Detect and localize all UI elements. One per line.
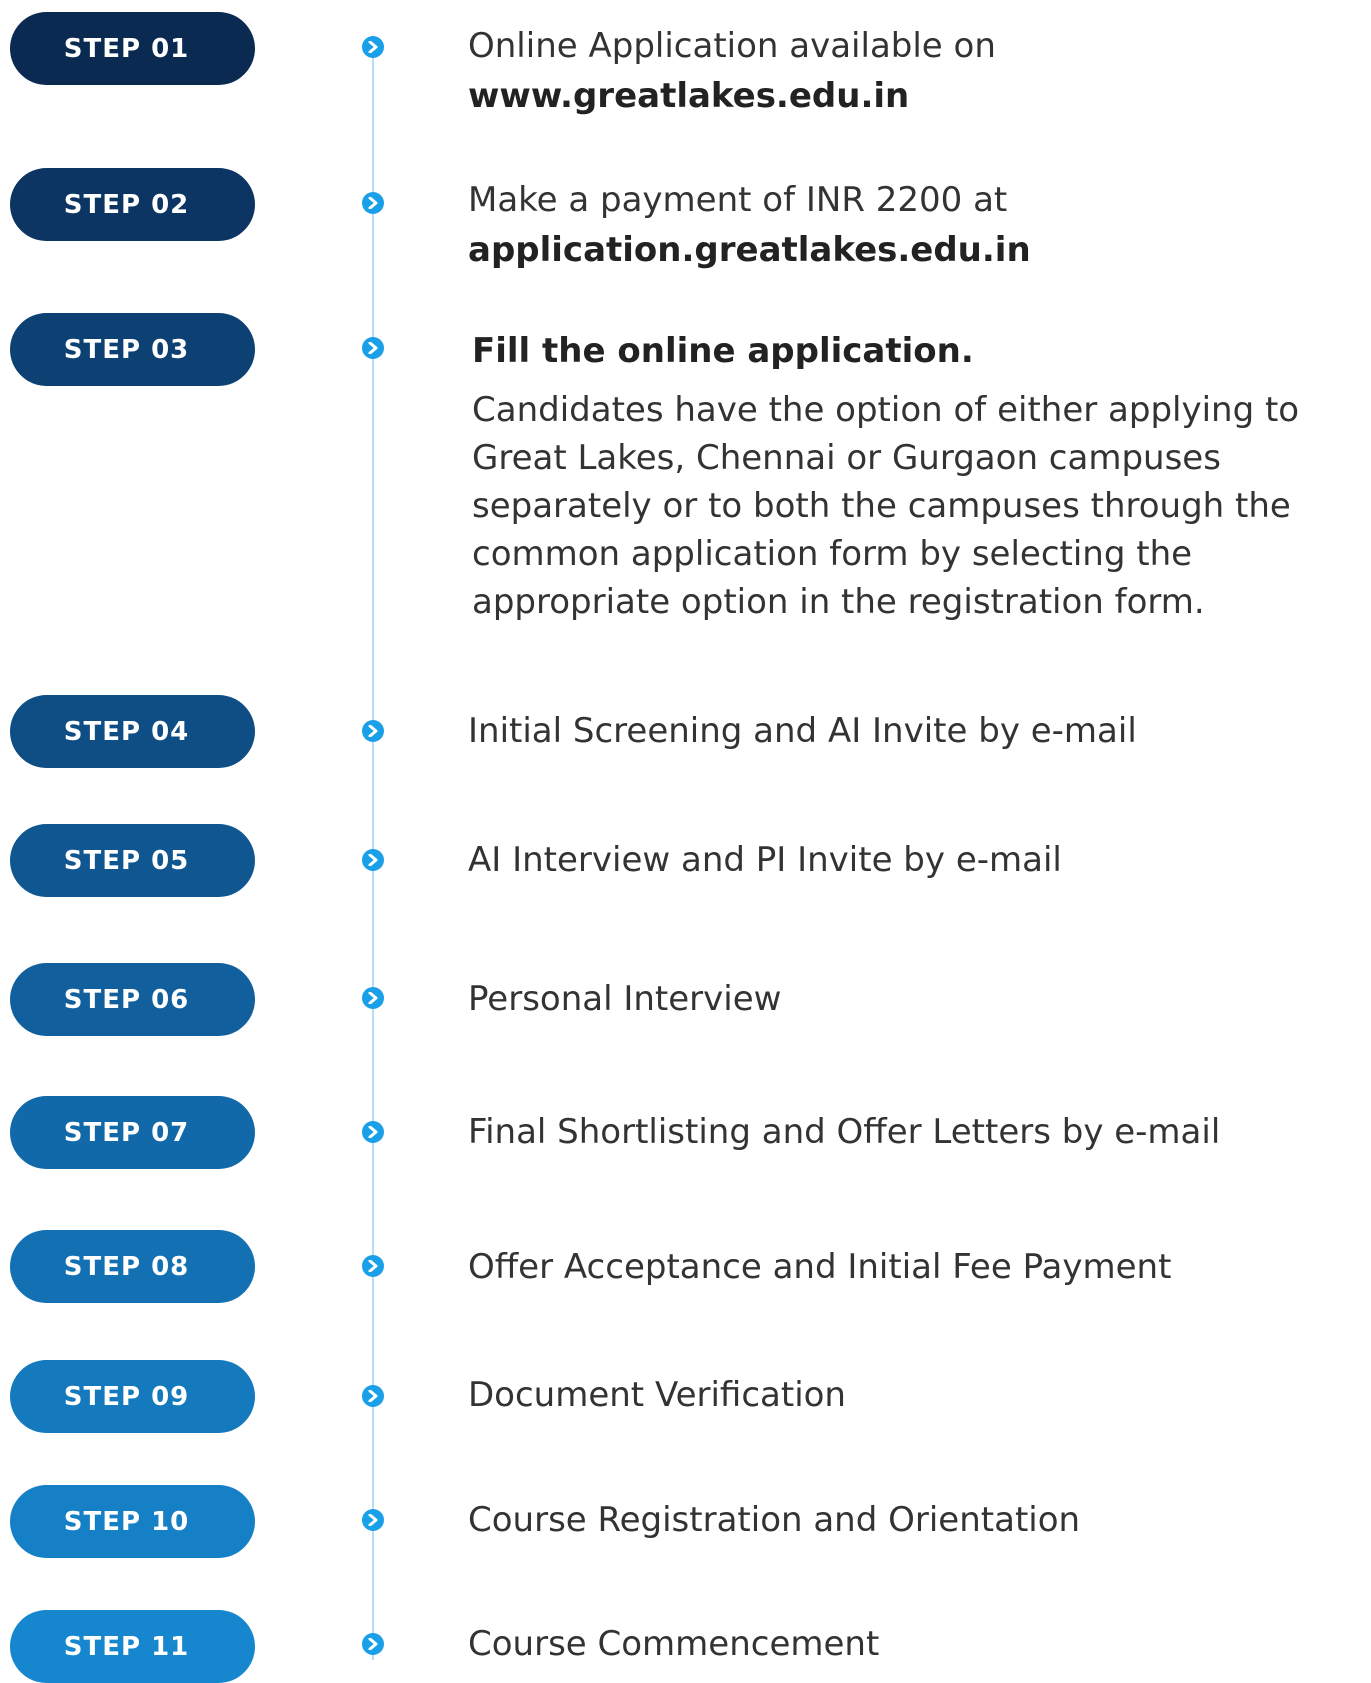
step-06-text: Personal Interview: [468, 979, 782, 1019]
step-05-chevron-icon: [362, 849, 384, 871]
step-08-pill: STEP 08: [10, 1230, 255, 1303]
step-10-label: STEP 10: [63, 1506, 190, 1537]
step-05-text: AI Interview and PI Invite by e-mail: [468, 840, 1062, 880]
step-09-text: Document Verification: [468, 1375, 846, 1415]
step-10-pill: STEP 10: [10, 1485, 255, 1558]
step-11-text: Course Commencement: [468, 1624, 880, 1664]
step-07-chevron-icon: [362, 1121, 384, 1143]
step-11-pill: STEP 11: [10, 1610, 255, 1683]
step-09-chevron-icon: [362, 1385, 384, 1407]
step-04-chevron-icon: [362, 720, 384, 742]
step-09-pill: STEP 09: [10, 1360, 255, 1433]
step-04-pill: STEP 04: [10, 695, 255, 768]
step-10-chevron-icon: [362, 1509, 384, 1531]
step-07-pill: STEP 07: [10, 1096, 255, 1169]
step-07-text: Final Shortlisting and Offer Letters by …: [468, 1112, 1221, 1152]
step-09-label: STEP 09: [63, 1381, 190, 1412]
step-02-description: Make a payment of INR 2200 at: [468, 180, 1008, 220]
step-06-pill: STEP 06: [10, 963, 255, 1036]
step-11-chevron-icon: [362, 1633, 384, 1655]
step-10-text: Course Registration and Orientation: [468, 1500, 1081, 1540]
step-01-description: Online Application available on: [468, 26, 996, 66]
step-02-link[interactable]: application.greatlakes.edu.in: [468, 225, 1031, 275]
step-07-label: STEP 07: [63, 1117, 190, 1148]
step-08-chevron-icon: [362, 1255, 384, 1277]
step-06-label: STEP 06: [63, 984, 190, 1015]
step-05-pill: STEP 05: [10, 824, 255, 897]
step-03-label: STEP 03: [63, 334, 190, 365]
step-02-chevron-icon: [362, 192, 384, 214]
step-02-pill: STEP 02: [10, 168, 255, 241]
step-01-link[interactable]: www.greatlakes.edu.in: [468, 71, 996, 121]
step-06-chevron-icon: [362, 987, 384, 1009]
step-11-label: STEP 11: [63, 1631, 190, 1662]
step-03-chevron-icon: [362, 337, 384, 359]
step-02-text: Make a payment of INR 2200 at applicatio…: [468, 175, 1031, 275]
step-03-pill: STEP 03: [10, 313, 255, 386]
step-08-label: STEP 08: [63, 1251, 190, 1282]
step-01-label: STEP 01: [63, 33, 190, 64]
step-08-text: Offer Acceptance and Initial Fee Payment: [468, 1247, 1172, 1287]
step-02-label: STEP 02: [63, 189, 190, 220]
step-03-title: Fill the online application.: [472, 331, 974, 371]
step-05-label: STEP 05: [63, 845, 190, 876]
step-04-text: Initial Screening and AI Invite by e-mai…: [468, 711, 1137, 751]
step-01-text: Online Application available on www.grea…: [468, 21, 996, 121]
step-04-label: STEP 04: [63, 716, 190, 747]
step-03-body: Candidates have the option of either app…: [472, 390, 1300, 622]
step-01-chevron-icon: [362, 36, 384, 58]
step-01-pill: STEP 01: [10, 12, 255, 85]
